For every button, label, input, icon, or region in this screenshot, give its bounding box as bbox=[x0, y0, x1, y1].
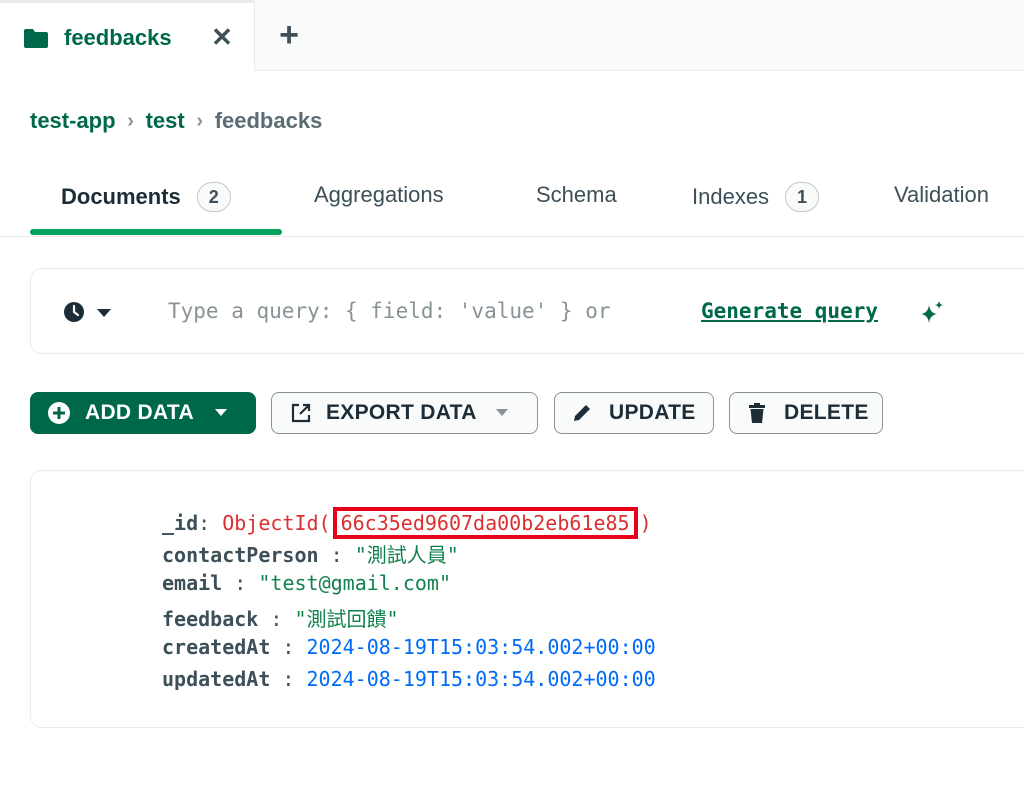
field-separator: : bbox=[270, 667, 295, 691]
tab-indexes[interactable]: Indexes 1 bbox=[692, 182, 820, 212]
collection-subtabs: Documents 2 Aggregations Schema Indexes … bbox=[0, 160, 1024, 237]
field-key: createdAt bbox=[162, 635, 271, 659]
caret-down-icon bbox=[495, 409, 508, 416]
field-row-id: _id: ObjectId(66c35ed9607da00b2eb61e85) bbox=[162, 507, 652, 539]
tab-schema[interactable]: Schema bbox=[536, 182, 617, 208]
export-data-label: EXPORT DATA bbox=[326, 401, 477, 424]
tab-label: feedbacks bbox=[64, 25, 172, 50]
objectid-value-highlighted: 66c35ed9607da00b2eb61e85 bbox=[332, 507, 638, 539]
field-value: 2024-08-19T15:03:54.002+00:00 bbox=[306, 667, 656, 691]
field-separator: : bbox=[270, 635, 295, 659]
plus-icon[interactable]: + bbox=[274, 18, 304, 52]
tab-indexes-label: Indexes bbox=[692, 184, 770, 209]
chevron-right-icon: › bbox=[196, 109, 204, 132]
history-icon[interactable] bbox=[63, 301, 85, 323]
documents-count-badge: 2 bbox=[196, 182, 231, 212]
field-key: contactPerson bbox=[162, 543, 319, 567]
active-tab-underline bbox=[30, 229, 282, 235]
breadcrumb: test-app › test › feedbacks bbox=[30, 106, 322, 136]
document-card[interactable]: _id: ObjectId(66c35ed9607da00b2eb61e85) … bbox=[30, 470, 1024, 728]
field-key: _id bbox=[162, 511, 199, 535]
field-row-feedback: feedback : "測試回饋" bbox=[162, 603, 399, 633]
field-row-updatedat: updatedAt : 2024-08-19T15:03:54.002+00:0… bbox=[162, 667, 656, 697]
field-value: 2024-08-19T15:03:54.002+00:00 bbox=[306, 635, 656, 659]
field-key: feedback bbox=[162, 607, 259, 631]
export-data-button[interactable]: EXPORT DATA bbox=[271, 392, 538, 434]
field-row-email: email : "test@gmail.com" bbox=[162, 571, 451, 601]
tab-validation-label: Validation bbox=[894, 182, 989, 207]
sparkle-icon bbox=[921, 301, 943, 323]
field-value: "test@gmail.com" bbox=[258, 571, 452, 595]
field-row-contactperson: contactPerson : "測試人員" bbox=[162, 539, 459, 569]
pencil-icon bbox=[574, 405, 590, 421]
field-value: "測試回饋" bbox=[294, 607, 399, 631]
tab-schema-label: Schema bbox=[536, 182, 617, 207]
update-button[interactable]: UPDATE bbox=[554, 392, 714, 434]
delete-button[interactable]: DELETE bbox=[729, 392, 883, 434]
field-separator: : bbox=[258, 607, 283, 631]
add-data-label: ADD DATA bbox=[85, 401, 194, 424]
caret-down-icon[interactable] bbox=[97, 309, 111, 317]
close-icon[interactable]: ✕ bbox=[208, 23, 236, 51]
breadcrumb-cluster[interactable]: test-app bbox=[30, 108, 116, 134]
breadcrumb-collection: feedbacks bbox=[214, 108, 323, 133]
trash-icon bbox=[749, 403, 765, 423]
field-separator: : bbox=[318, 543, 343, 567]
field-key: updatedAt bbox=[162, 667, 271, 691]
field-separator: : bbox=[222, 571, 247, 595]
tab-aggregations[interactable]: Aggregations bbox=[314, 182, 444, 208]
tab-documents[interactable]: Documents 2 bbox=[61, 182, 231, 212]
add-data-button[interactable]: ADD DATA bbox=[30, 392, 256, 434]
generate-query-link[interactable]: Generate query bbox=[701, 299, 878, 323]
breadcrumb-database[interactable]: test bbox=[146, 108, 185, 134]
plus-circle-icon bbox=[48, 402, 70, 424]
query-input[interactable]: Type a query: { field: 'value' } or bbox=[168, 299, 611, 323]
field-separator: : bbox=[198, 511, 211, 535]
tab-documents-label: Documents bbox=[61, 184, 181, 209]
objectid-suffix: ) bbox=[639, 511, 652, 535]
field-row-createdat: createdAt : 2024-08-19T15:03:54.002+00:0… bbox=[162, 635, 656, 665]
indexes-count-badge: 1 bbox=[785, 182, 820, 212]
delete-label: DELETE bbox=[784, 401, 869, 424]
tab-aggregations-label: Aggregations bbox=[314, 182, 444, 207]
tab-validation[interactable]: Validation bbox=[894, 182, 989, 208]
collection-tab-bar: feedbacks ✕ + bbox=[0, 0, 1024, 71]
update-label: UPDATE bbox=[609, 401, 696, 424]
field-value: "測試人員" bbox=[354, 543, 459, 567]
export-icon bbox=[291, 403, 311, 423]
chevron-right-icon: › bbox=[127, 109, 134, 132]
caret-down-icon bbox=[214, 409, 227, 416]
query-bar: Type a query: { field: 'value' } or Gene… bbox=[30, 268, 1024, 354]
collection-tab-feedbacks[interactable]: feedbacks ✕ bbox=[0, 0, 255, 71]
folder-icon bbox=[24, 29, 48, 48]
field-key: email bbox=[162, 571, 223, 595]
objectid-prefix: ObjectId( bbox=[222, 511, 331, 535]
